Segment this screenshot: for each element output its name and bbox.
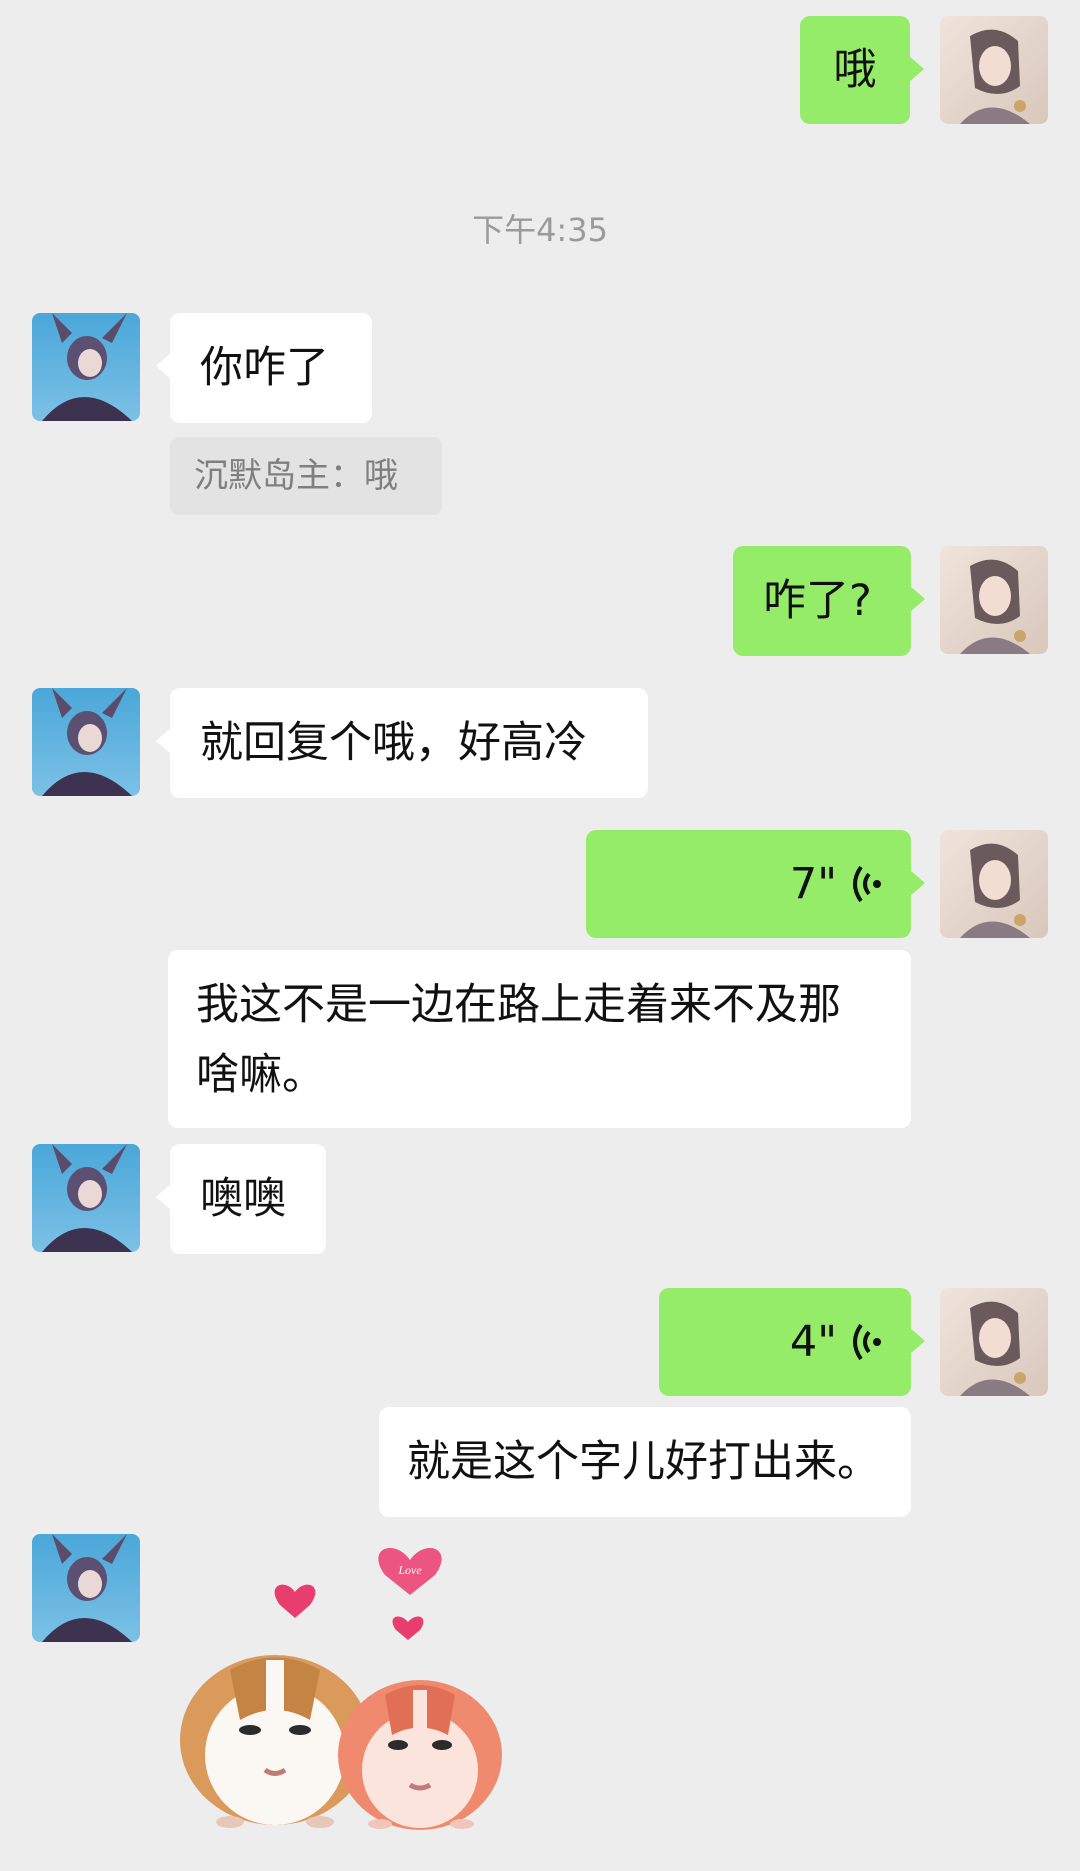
my-voice-message[interactable]: 4" [659, 1288, 925, 1396]
contact-message-bubble[interactable]: 你咋了 [156, 313, 372, 423]
my-avatar[interactable] [940, 546, 1048, 654]
contact-avatar-image [32, 688, 140, 796]
quoted-text: 沉默岛主：哦 [194, 456, 398, 496]
contact-avatar[interactable] [32, 1144, 140, 1252]
my-avatar-image [940, 16, 1048, 124]
my-avatar-image [940, 1288, 1048, 1396]
my-avatar-image [940, 546, 1048, 654]
message-text: 噢噢 [200, 1174, 286, 1224]
contact-message-bubble[interactable]: 噢噢 [156, 1144, 326, 1254]
my-avatar[interactable] [940, 830, 1048, 938]
chat-timestamp: 下午4:35 [472, 211, 608, 249]
message-text: 就回复个哦，好高冷 [200, 718, 587, 768]
contact-avatar-image [32, 1144, 140, 1252]
my-voice-message[interactable]: 7" [586, 830, 925, 938]
love-heart-text: Love [397, 1563, 422, 1577]
contact-avatar[interactable] [32, 1534, 140, 1642]
my-avatar-image [940, 830, 1048, 938]
voice-transcript[interactable]: 我这不是一边在路上走着来不及那啥嘛。 [168, 950, 911, 1128]
contact-avatar[interactable] [32, 688, 140, 796]
voice-duration: 7" [789, 859, 837, 909]
quoted-reply[interactable]: 沉默岛主：哦 [170, 437, 442, 515]
my-message-bubble[interactable]: 哦 [800, 16, 924, 124]
contact-avatar[interactable] [32, 313, 140, 421]
message-text: 咋了? [763, 576, 872, 626]
contact-avatar-image [32, 313, 140, 421]
guinea-pig-sticker-image: Love [180, 1547, 502, 1830]
voice-transcript[interactable]: 就是这个字儿好打出来。 [379, 1407, 911, 1517]
my-message-bubble[interactable]: 咋了? [733, 546, 925, 656]
message-text: 哦 [833, 45, 877, 95]
voice-wave-icon [853, 1323, 881, 1361]
contact-avatar-image [32, 1534, 140, 1642]
transcript-text: 我这不是一边在路上走着来不及那啥嘛。 [196, 980, 841, 1100]
sticker-message[interactable]: Love [170, 1530, 530, 1830]
my-avatar[interactable] [940, 16, 1048, 124]
message-text: 你咋了 [200, 343, 329, 393]
voice-wave-icon [853, 865, 881, 903]
contact-message-bubble[interactable]: 就回复个哦，好高冷 [156, 688, 648, 798]
voice-duration: 4" [789, 1317, 837, 1367]
transcript-text: 就是这个字儿好打出来。 [407, 1437, 880, 1487]
my-avatar[interactable] [940, 1288, 1048, 1396]
